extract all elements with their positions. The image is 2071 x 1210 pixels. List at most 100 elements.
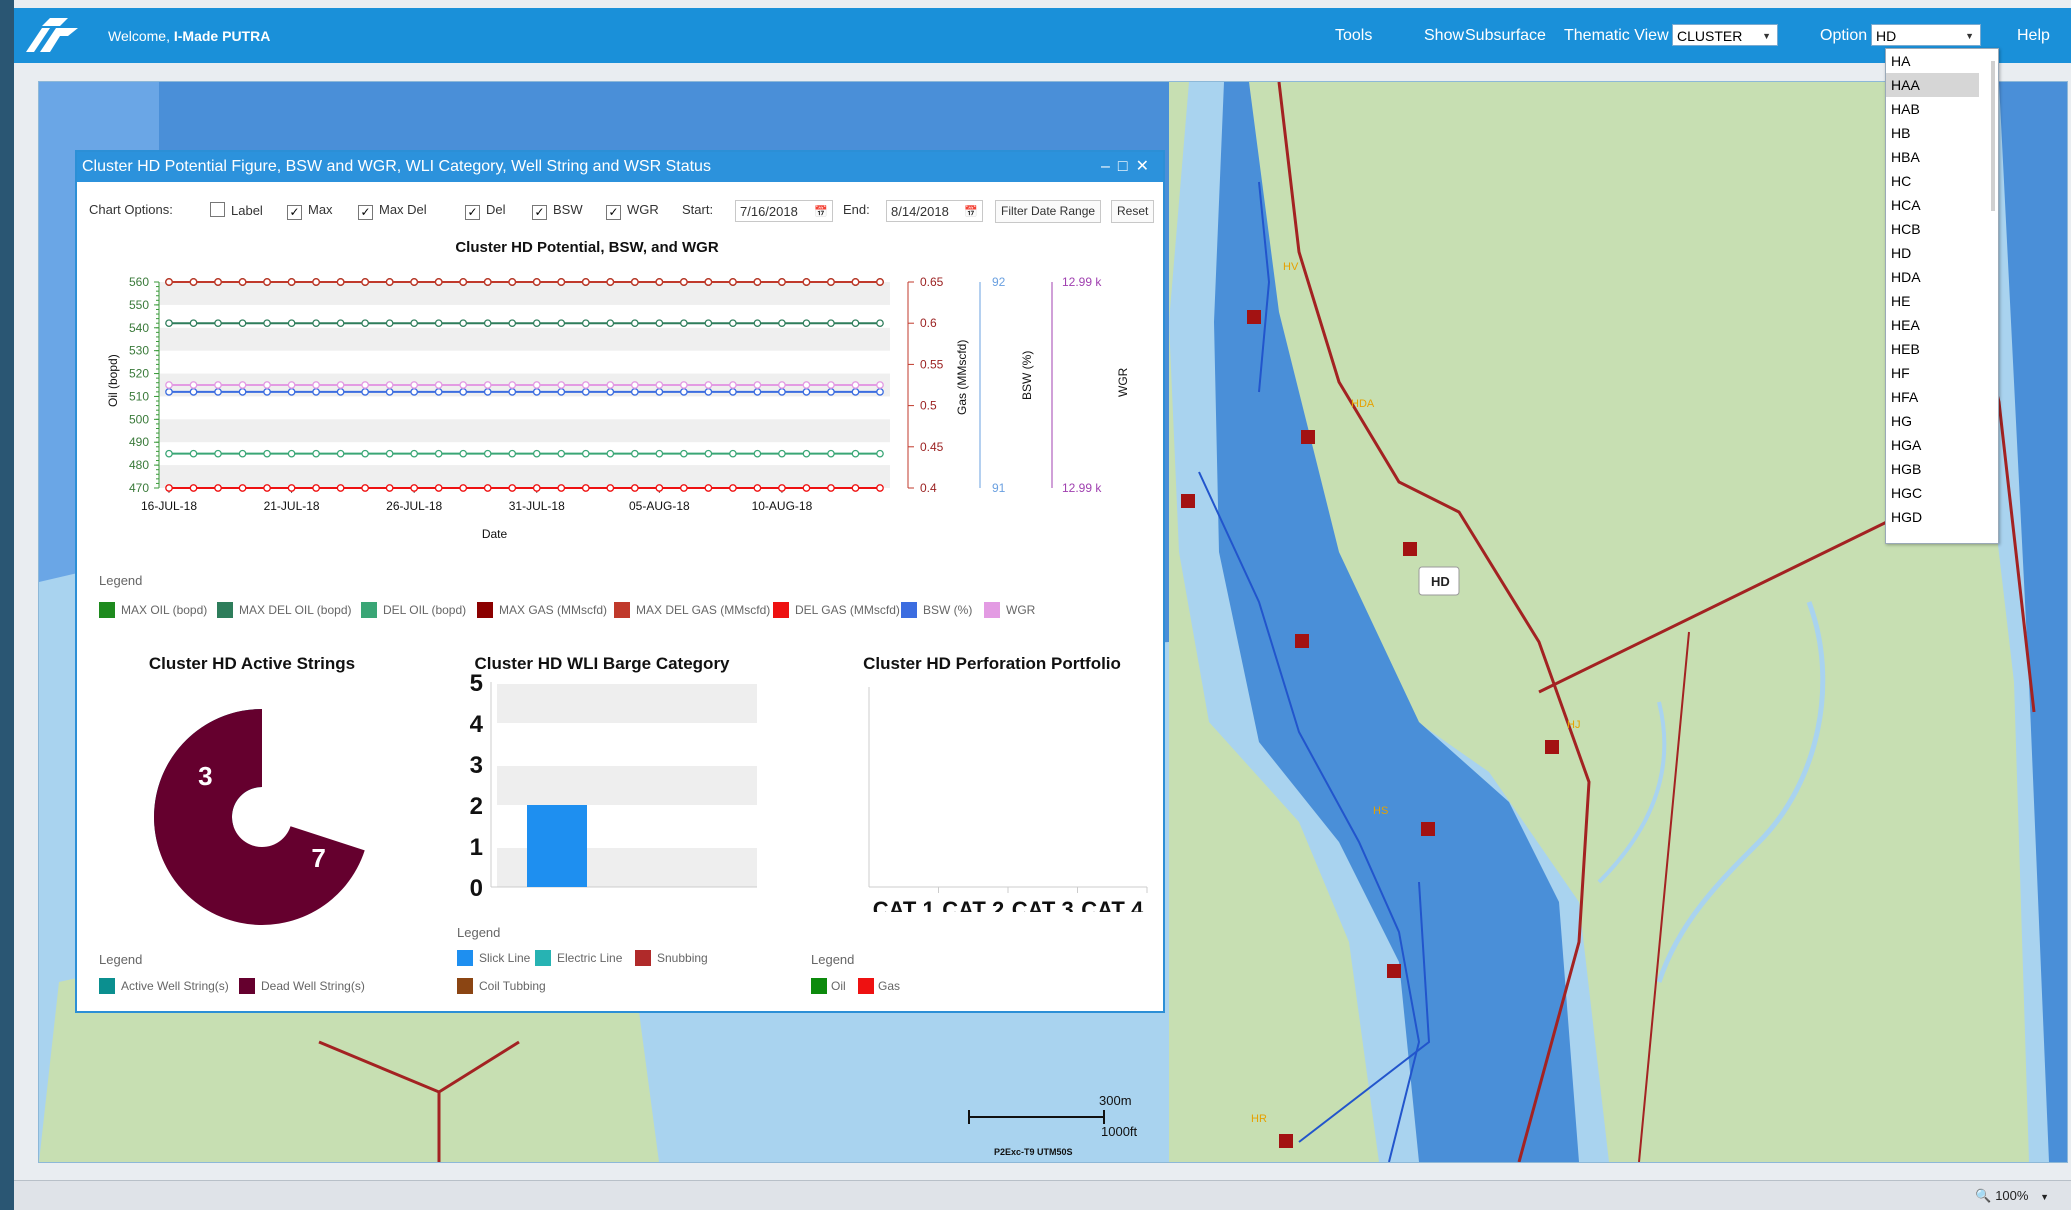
legend-entry[interactable]: Gas xyxy=(858,978,900,994)
series-point xyxy=(336,319,345,328)
series-point xyxy=(459,278,468,286)
potential-chart-title: Cluster HD Potential, BSW, and WGR xyxy=(455,239,719,256)
map-label-hj: HJ xyxy=(1567,719,1580,731)
check-icon[interactable]: ✓ xyxy=(287,205,302,220)
dropdown-option[interactable]: HB xyxy=(1886,121,1998,145)
check-icon[interactable]: ✓ xyxy=(465,205,480,220)
calendar-icon[interactable]: 📅 xyxy=(964,201,978,223)
thematic-view-select[interactable]: CLUSTER ▼ xyxy=(1672,24,1778,46)
legend-entry[interactable]: Snubbing xyxy=(635,950,708,966)
option-dropdown-list[interactable]: HA HAA HAB HB HBA HC HCA HCB HD HDA HE HEA HEB HF HFA H… xyxy=(1885,48,1999,544)
series-point xyxy=(508,381,517,389)
option-select[interactable]: HD ▼ xyxy=(1871,24,1981,46)
active-strings-pie-chart[interactable]: 37 xyxy=(147,702,377,932)
dropdown-option[interactable]: HEA xyxy=(1886,313,1998,337)
dropdown-option[interactable]: HA xyxy=(1886,49,1998,73)
legend-entry[interactable]: Coil Tubbing xyxy=(457,978,546,994)
close-icon[interactable]: ✕ xyxy=(1136,158,1157,175)
series-point xyxy=(630,319,639,328)
cluster-hd-label[interactable]: HD xyxy=(1431,574,1450,589)
check-icon[interactable]: ✓ xyxy=(532,205,547,220)
menu-subsurface[interactable]: Subsurface xyxy=(1465,27,1546,45)
legend-entry[interactable]: BSW (%) xyxy=(901,602,972,618)
end-date-input[interactable]: 8/14/2018 📅 xyxy=(886,200,983,222)
dropdown-option[interactable]: HAA xyxy=(1886,73,1979,97)
dropdown-option[interactable]: HGC xyxy=(1886,481,1998,505)
option-del-checkbox[interactable]: ✓ Del xyxy=(465,202,506,220)
dropdown-scroll-thumb[interactable] xyxy=(1991,61,1995,211)
x-tick-label: CAT 3 xyxy=(1012,897,1074,912)
legend-entry[interactable]: Slick Line xyxy=(457,950,530,966)
dropdown-option[interactable]: HGD xyxy=(1886,505,1998,529)
chart-options-label: Chart Options: xyxy=(89,202,173,217)
series-point xyxy=(385,319,394,328)
reset-button[interactable]: Reset xyxy=(1111,200,1155,223)
perf-legend-label: Legend xyxy=(811,952,855,967)
dropdown-option[interactable]: HBA xyxy=(1886,145,1998,169)
series-point xyxy=(753,278,762,286)
legend-swatch xyxy=(457,950,473,966)
maximize-icon[interactable]: □ xyxy=(1118,158,1136,175)
legend-entry[interactable]: Oil xyxy=(811,978,846,994)
x-axis-label: Date xyxy=(482,527,508,541)
series-point xyxy=(434,449,443,458)
check-icon[interactable]: ✓ xyxy=(606,205,621,220)
legend-entry[interactable]: WGR xyxy=(984,602,1035,618)
option-wgr-checkbox[interactable]: ✓ WGR xyxy=(606,202,659,220)
calendar-icon[interactable]: 📅 xyxy=(814,201,828,223)
series-point xyxy=(581,381,590,389)
menu-show[interactable]: Show xyxy=(1424,27,1464,45)
dropdown-option[interactable]: HF xyxy=(1886,361,1998,385)
option-max-checkbox[interactable]: ✓ Max xyxy=(287,202,333,220)
zoom-icon: 🔍 xyxy=(1975,1188,1992,1203)
series-point xyxy=(361,449,369,458)
dropdown-option[interactable]: HC xyxy=(1886,169,1998,193)
legend-entry[interactable]: MAX GAS (MMscfd) xyxy=(477,602,607,618)
series-point xyxy=(410,388,419,396)
dropdown-option[interactable]: HAB xyxy=(1886,97,1998,121)
zoom-control[interactable]: 🔍 100% ▼ xyxy=(1975,1188,2049,1204)
dropdown-option[interactable]: HGB xyxy=(1886,457,1998,481)
perforation-bar-chart[interactable]: CAT 1 CAT 2 CAT 3 CAT 4 xyxy=(797,682,1157,912)
minimize-icon[interactable]: – xyxy=(1101,158,1118,175)
legend-entry[interactable]: MAX DEL GAS (MMscfd) xyxy=(614,602,770,618)
menu-tools[interactable]: Tools xyxy=(1335,27,1372,45)
legend-entry[interactable]: DEL GAS (MMscfd) xyxy=(773,602,900,618)
series-point xyxy=(312,449,320,458)
checkbox-icon[interactable] xyxy=(210,202,225,217)
dropdown-option[interactable]: HE xyxy=(1886,289,1998,313)
legend-entry[interactable]: MAX OIL (bopd) xyxy=(99,602,207,618)
legend-entry[interactable]: Electric Line xyxy=(535,950,622,966)
dropdown-option[interactable]: HGA xyxy=(1886,433,1998,457)
window-titlebar[interactable]: Cluster HD Potential Figure, BSW and WGR… xyxy=(77,152,1163,182)
legend-swatch xyxy=(239,978,255,994)
option-maxdel-checkbox[interactable]: ✓ Max Del xyxy=(358,202,427,220)
y-tick-label: 5 xyxy=(470,672,483,697)
legend-entry[interactable]: DEL OIL (bopd) xyxy=(361,602,466,618)
dropdown-option[interactable]: HG xyxy=(1886,409,1998,433)
x-tick-label: CAT 2 xyxy=(942,897,1004,912)
start-date-input[interactable]: 7/16/2018 📅 xyxy=(735,200,833,222)
series-point xyxy=(189,381,198,389)
dropdown-option[interactable]: HEB xyxy=(1886,337,1998,361)
potential-line-chart[interactable]: 470 480 490 500 510 520 530 540 550 560 Oil (bopd)… xyxy=(77,264,1163,554)
dropdown-option[interactable]: HD xyxy=(1886,241,1998,265)
series-point xyxy=(581,278,590,286)
dropdown-option[interactable]: HCA xyxy=(1886,193,1998,217)
grid-band xyxy=(497,684,757,723)
cluster-chart-window[interactable]: Cluster HD Potential Figure, BSW and WGR… xyxy=(75,150,1165,1013)
wli-barge-bar-chart[interactable]: 0 1 2 3 4 5 xyxy=(447,672,777,912)
check-icon[interactable]: ✓ xyxy=(358,205,373,220)
menu-help[interactable]: Help xyxy=(2017,27,2050,45)
series-point xyxy=(385,278,394,286)
filter-date-range-button[interactable]: Filter Date Range xyxy=(995,200,1102,223)
thematic-view-value: CLUSTER xyxy=(1677,28,1743,44)
dropdown-option[interactable]: HDA xyxy=(1886,265,1998,289)
option-bsw-checkbox[interactable]: ✓ BSW xyxy=(532,202,583,220)
dropdown-option[interactable]: HFA xyxy=(1886,385,1998,409)
series-point xyxy=(238,484,247,492)
legend-entry[interactable]: MAX DEL OIL (bopd) xyxy=(217,602,352,618)
option-label-checkbox[interactable]: Label xyxy=(210,202,263,218)
wgr-tick-label: 12.99 k xyxy=(1062,481,1102,495)
dropdown-option[interactable]: HCB xyxy=(1886,217,1998,241)
